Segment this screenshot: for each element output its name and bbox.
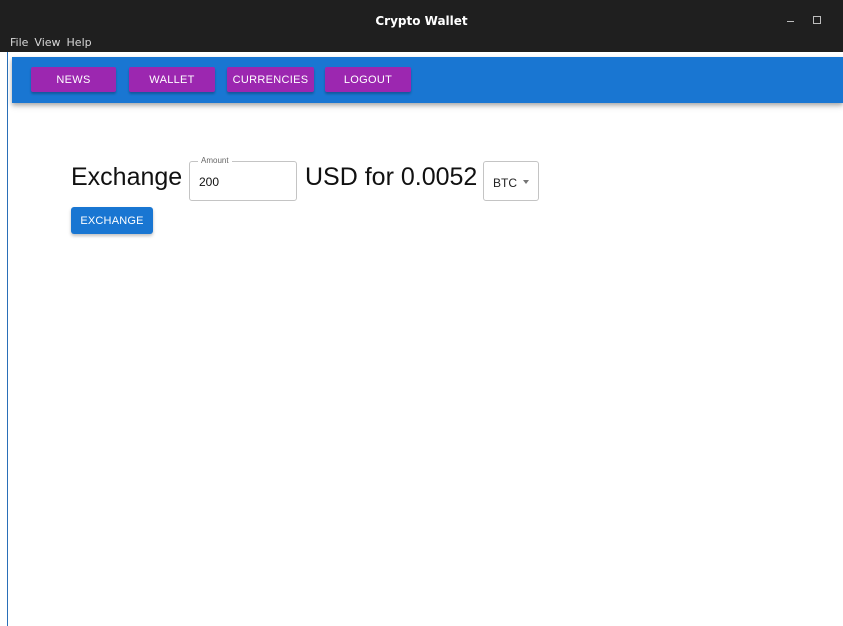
window-border <box>7 52 8 626</box>
app-bar: NEWS WALLET CURRENCIES LOGOUT <box>12 57 843 103</box>
menu-view[interactable]: View <box>34 36 60 52</box>
menu-help[interactable]: Help <box>67 36 92 52</box>
window-controls <box>785 13 823 25</box>
currency-select[interactable]: BTC <box>483 161 539 201</box>
news-button[interactable]: NEWS <box>31 67 116 92</box>
amount-input[interactable] <box>199 174 289 190</box>
window-title: Crypto Wallet <box>375 14 468 28</box>
wallet-button[interactable]: WALLET <box>129 67 215 92</box>
exchange-button[interactable]: EXCHANGE <box>71 207 153 234</box>
maximize-icon[interactable] <box>811 13 823 25</box>
logout-button[interactable]: LOGOUT <box>325 67 411 92</box>
amount-label: Amount <box>198 156 232 166</box>
exchange-lead-text: Exchange <box>71 163 183 191</box>
minimize-icon[interactable] <box>785 13 797 25</box>
caret-down-icon <box>523 180 529 184</box>
amount-field[interactable]: Amount <box>189 156 297 201</box>
currency-selected-value: BTC <box>493 176 517 190</box>
window-titlebar: Crypto Wallet File View Help <box>0 0 843 52</box>
menubar: File View Help <box>0 36 92 52</box>
menu-file[interactable]: File <box>10 36 28 52</box>
exchange-result-text: USD for 0.0052 <box>305 163 478 191</box>
currencies-button[interactable]: CURRENCIES <box>227 67 314 92</box>
